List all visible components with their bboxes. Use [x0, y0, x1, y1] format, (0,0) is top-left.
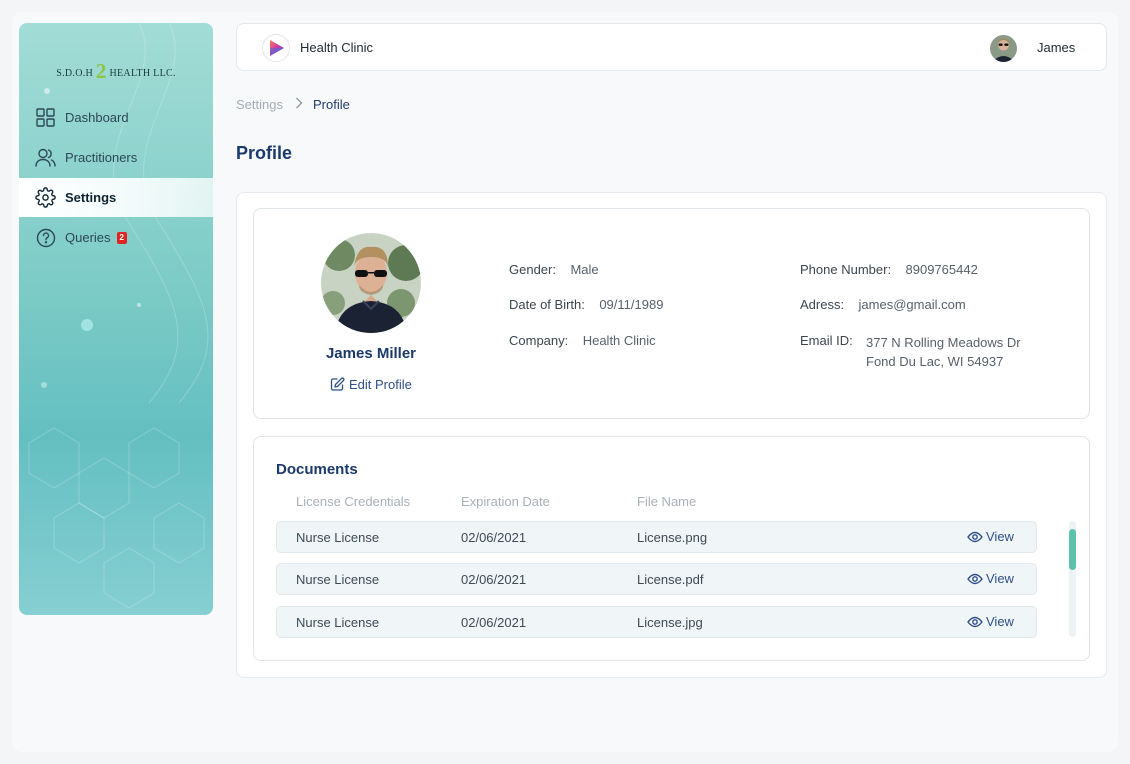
- sidebar-item-dashboard[interactable]: Dashboard: [19, 98, 213, 137]
- phone-field: Phone Number: 8909765442: [800, 262, 978, 277]
- sidebar-item-settings[interactable]: Settings: [19, 178, 213, 217]
- user-avatar[interactable]: [990, 35, 1017, 62]
- eye-icon: [967, 616, 983, 628]
- edit-profile-link[interactable]: Edit Profile: [330, 377, 412, 392]
- profile-name: James Miller: [325, 345, 417, 362]
- cell-expiration: 02/06/2021: [461, 572, 527, 587]
- eye-icon: [967, 531, 983, 543]
- address-value: james@gmail.com: [858, 297, 966, 312]
- view-button[interactable]: View: [967, 571, 1014, 586]
- email-value-line2: Fond Du Lac, WI 54937: [866, 354, 1004, 369]
- cell-file-name: License.jpg: [637, 615, 703, 630]
- table-row[interactable]: Nurse License 02/06/2021 License.png Vie…: [276, 521, 1037, 553]
- cell-expiration: 02/06/2021: [461, 615, 527, 630]
- sidebar-item-label: Settings: [65, 190, 117, 205]
- table-row[interactable]: Nurse License 02/06/2021 License.pdf Vie…: [276, 563, 1037, 595]
- eye-icon: [967, 573, 983, 585]
- cell-file-name: License.pdf: [637, 572, 704, 587]
- view-button[interactable]: View: [967, 614, 1014, 629]
- company-label: Company:: [509, 333, 569, 348]
- page-title: Profile: [236, 143, 293, 163]
- address-field: Adress: james@gmail.com: [800, 297, 966, 312]
- sidebar-item-label: Queries: [65, 230, 111, 245]
- gender-label: Gender:: [509, 262, 556, 277]
- table-row[interactable]: Nurse License 02/06/2021 License.jpg Vie…: [276, 606, 1037, 638]
- company-field: Company: Health Clinic: [509, 333, 656, 348]
- gender-value: Male: [570, 262, 599, 277]
- dob-field: Date of Birth: 09/11/1989: [509, 297, 663, 312]
- logo-text-pre: S.D.O.H: [56, 68, 94, 79]
- cell-credential: Nurse License: [296, 615, 380, 630]
- profile-photo: [321, 233, 421, 333]
- column-header-file-name: File Name: [637, 494, 697, 509]
- phone-value: 8909765442: [905, 262, 978, 277]
- cell-credential: Nurse License: [296, 572, 380, 587]
- sidebar-item-label: Dashboard: [65, 110, 129, 125]
- sidebar-item-practitioners[interactable]: Practitioners: [19, 138, 213, 177]
- column-header-credentials: License Credentials: [296, 494, 411, 509]
- view-button[interactable]: View: [967, 529, 1014, 544]
- email-value-line1: 377 N Rolling Meadows Dr: [866, 335, 1021, 350]
- documents-scrollbar-thumb[interactable]: [1069, 529, 1076, 570]
- email-label: Email ID:: [800, 333, 853, 348]
- breadcrumb-current: Profile: [312, 97, 350, 112]
- grid-icon: [35, 107, 56, 128]
- dob-value: 09/11/1989: [599, 297, 664, 312]
- address-label: Adress:: [800, 297, 845, 312]
- edit-profile-label: Edit Profile: [349, 377, 412, 392]
- phone-label: Phone Number:: [800, 262, 892, 277]
- gear-icon: [35, 187, 56, 208]
- sidebar-item-queries[interactable]: Queries 2: [19, 218, 213, 257]
- view-label: View: [986, 529, 1014, 544]
- app-title: Health Clinic: [300, 40, 373, 55]
- clinic-logo-icon: [262, 34, 290, 62]
- company-value: Health Clinic: [582, 333, 656, 348]
- view-label: View: [986, 571, 1014, 586]
- email-value: 377 N Rolling Meadows Dr Fond Du Lac, WI…: [866, 333, 1021, 371]
- column-header-expiration: Expiration Date: [461, 494, 550, 509]
- cell-expiration: 02/06/2021: [461, 530, 527, 545]
- edit-icon: [330, 377, 345, 392]
- sidebar-item-label: Practitioners: [65, 150, 138, 165]
- gender-field: Gender: Male: [509, 262, 599, 277]
- dob-label: Date of Birth:: [509, 297, 585, 312]
- user-name[interactable]: James: [1037, 40, 1075, 55]
- top-bar: Health Clinic James: [236, 23, 1107, 71]
- logo-number: 2: [95, 59, 107, 83]
- logo-text-post: HEALTH LLC.: [109, 68, 176, 79]
- documents-title: Documents: [276, 461, 358, 478]
- view-label: View: [986, 614, 1014, 629]
- cell-credential: Nurse License: [296, 530, 380, 545]
- email-field: Email ID:: [800, 333, 853, 348]
- users-icon: [35, 147, 56, 168]
- breadcrumb: Settings Profile: [236, 97, 350, 112]
- help-circle-icon: [35, 227, 56, 248]
- cell-file-name: License.png: [637, 530, 708, 545]
- brand-logo: S.D.O.H 2 HEALTH LLC.: [19, 59, 213, 84]
- chevron-right-icon: [295, 97, 303, 112]
- queries-count-badge: 2: [116, 231, 127, 244]
- breadcrumb-settings-link[interactable]: Settings: [236, 97, 283, 112]
